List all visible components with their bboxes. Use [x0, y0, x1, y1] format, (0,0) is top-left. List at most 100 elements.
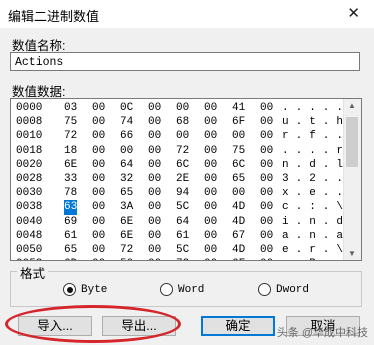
radio-button-icon[interactable] [258, 283, 271, 296]
hex-byte[interactable]: 00 [148, 172, 161, 186]
radio-byte[interactable]: Byte [63, 283, 107, 296]
radio-button-icon[interactable] [160, 283, 173, 296]
hex-byte[interactable]: 61 [176, 229, 189, 243]
radio-dword[interactable]: Dword [258, 283, 309, 296]
hex-byte[interactable]: 00 [176, 129, 189, 143]
hex-byte[interactable]: 00 [204, 172, 217, 186]
hex-byte[interactable]: 00 [204, 101, 217, 115]
hex-byte[interactable]: 72 [120, 243, 133, 257]
import-button[interactable]: 导入... [18, 316, 92, 336]
hex-byte[interactable]: 00 [260, 158, 273, 172]
hex-byte[interactable]: 00 [148, 129, 161, 143]
hex-byte[interactable]: 00 [204, 200, 217, 214]
hex-byte[interactable]: 00 [232, 186, 245, 200]
hex-byte[interactable]: 00 [148, 158, 161, 172]
hex-byte[interactable]: 64 [176, 215, 189, 229]
hex-byte[interactable]: 65 [120, 186, 133, 200]
hex-byte[interactable]: 00 [92, 243, 105, 257]
value-name-field[interactable]: Actions [10, 52, 360, 71]
hex-byte[interactable]: 00 [92, 229, 105, 243]
vertical-scrollbar[interactable]: ▲ ▼ [343, 99, 361, 260]
hex-byte[interactable]: 00 [260, 215, 273, 229]
hex-byte[interactable]: 00 [92, 215, 105, 229]
hex-byte[interactable]: 00 [204, 243, 217, 257]
hex-editor[interactable]: 000003000C0000004100. . . . . . A .00087… [10, 98, 362, 261]
hex-byte[interactable]: 00 [148, 215, 161, 229]
hex-byte[interactable]: 00 [92, 129, 105, 143]
hex-byte[interactable]: 68 [176, 115, 189, 129]
hex-byte[interactable]: 00 [204, 115, 217, 129]
hex-byte[interactable]: 00 [260, 200, 273, 214]
hex-byte[interactable]: 2E [176, 172, 189, 186]
hex-byte[interactable]: 00 [148, 229, 161, 243]
hex-byte[interactable]: 69 [64, 215, 77, 229]
hex-byte[interactable]: 6C [232, 158, 245, 172]
scroll-up-icon[interactable]: ▲ [348, 101, 356, 110]
radio-word[interactable]: Word [160, 283, 204, 296]
hex-byte[interactable]: 00 [148, 115, 161, 129]
hex-byte[interactable]: 00 [204, 129, 217, 143]
hex-byte[interactable]: 6F [232, 115, 245, 129]
hex-byte[interactable]: 50 [120, 257, 133, 260]
hex-byte[interactable]: 03 [64, 101, 77, 115]
hex-byte[interactable]: 4D [232, 200, 245, 214]
hex-byte[interactable]: 64 [120, 158, 133, 172]
radio-button-icon[interactable] [63, 283, 76, 296]
hex-byte[interactable]: 00 [260, 229, 273, 243]
hex-byte[interactable]: 61 [64, 229, 77, 243]
hex-byte[interactable]: 00 [148, 200, 161, 214]
hex-byte[interactable]: 00 [92, 186, 105, 200]
hex-byte[interactable]: 00 [204, 257, 217, 260]
hex-byte[interactable]: 0C [120, 101, 133, 115]
hex-byte[interactable]: 00 [204, 186, 217, 200]
hex-byte[interactable]: 00 [92, 172, 105, 186]
hex-byte[interactable]: 00 [260, 144, 273, 158]
hex-byte[interactable]: 00 [260, 115, 273, 129]
hex-byte[interactable]: 00 [204, 215, 217, 229]
hex-byte[interactable]: 32 [120, 172, 133, 186]
hex-byte[interactable]: 66 [120, 129, 133, 143]
hex-byte[interactable]: 4D [232, 243, 245, 257]
hex-byte[interactable]: 00 [260, 172, 273, 186]
hex-byte[interactable]: 3A [120, 200, 133, 214]
hex-byte[interactable]: 6E [120, 215, 133, 229]
hex-byte[interactable]: 67 [232, 229, 245, 243]
hex-byte[interactable]: 00 [204, 229, 217, 243]
hex-byte[interactable]: 72 [176, 257, 189, 260]
hex-byte[interactable]: 00 [260, 257, 273, 260]
hex-byte[interactable]: 00 [148, 243, 161, 257]
hex-byte[interactable]: 41 [232, 101, 245, 115]
hex-byte[interactable]: 00 [148, 186, 161, 200]
hex-byte[interactable]: 6E [64, 158, 77, 172]
hex-byte[interactable]: 4D [232, 215, 245, 229]
export-button[interactable]: 导出... [102, 316, 176, 336]
hex-byte[interactable]: 00 [260, 129, 273, 143]
hex-byte[interactable]: 6C [176, 158, 189, 172]
ok-button[interactable]: 确定 [201, 316, 275, 336]
hex-byte[interactable]: 00 [148, 257, 161, 260]
hex-byte[interactable]: 00 [120, 144, 133, 158]
hex-byte[interactable]: 00 [148, 144, 161, 158]
hex-byte[interactable]: 00 [204, 144, 217, 158]
hex-byte[interactable]: 00 [92, 115, 105, 129]
hex-byte[interactable]: 00 [92, 101, 105, 115]
scroll-thumb[interactable] [346, 117, 358, 167]
hex-byte[interactable]: 00 [92, 200, 105, 214]
hex-byte[interactable]: 75 [232, 144, 245, 158]
scroll-down-icon[interactable]: ▼ [348, 249, 356, 258]
hex-byte[interactable]: 72 [64, 129, 77, 143]
hex-byte[interactable]: 00 [176, 101, 189, 115]
hex-byte[interactable]: 00 [260, 186, 273, 200]
hex-byte[interactable]: 6E [120, 229, 133, 243]
hex-byte[interactable]: 00 [92, 144, 105, 158]
hex-byte[interactable]: 00 [148, 101, 161, 115]
hex-byte[interactable]: 33 [64, 172, 77, 186]
hex-byte[interactable]: 63 [64, 200, 78, 215]
hex-byte[interactable]: 75 [64, 115, 77, 129]
hex-byte[interactable]: 00 [260, 243, 273, 257]
hex-byte[interactable]: 74 [120, 115, 133, 129]
hex-byte[interactable]: 94 [176, 186, 189, 200]
hex-byte[interactable]: 78 [64, 186, 77, 200]
hex-byte[interactable]: 18 [64, 144, 77, 158]
hex-byte[interactable]: 72 [176, 144, 189, 158]
